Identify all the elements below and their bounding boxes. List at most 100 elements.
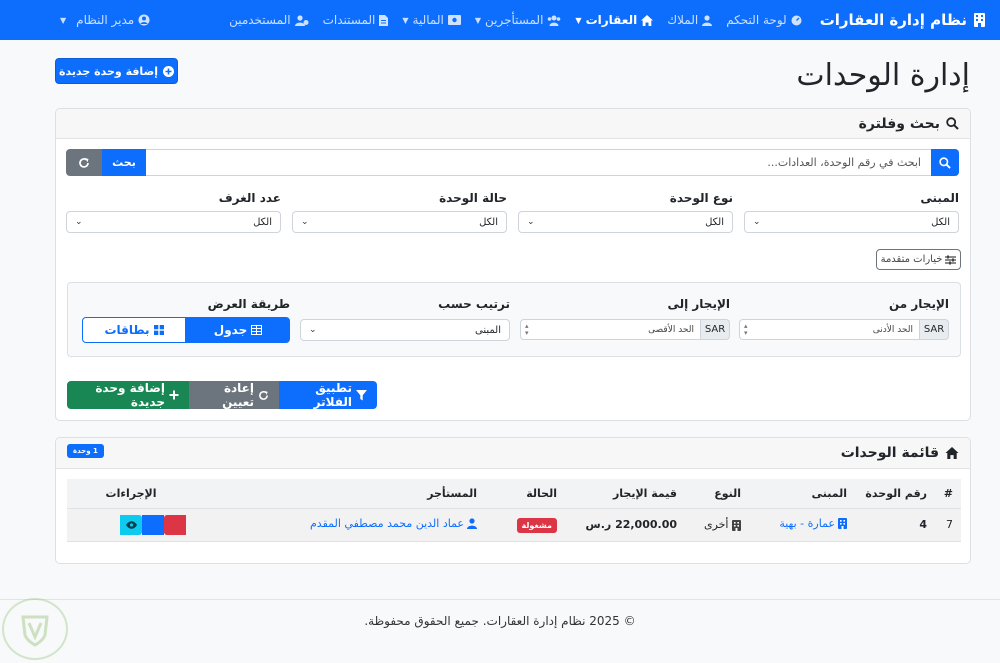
sort-field: ترتيب حسب المبنى ⌄ xyxy=(300,297,510,341)
reset-filters-button[interactable]: إعادة تعيين xyxy=(189,381,279,409)
rent-to-label: الإيجار إلى xyxy=(667,297,730,311)
chevron-down-icon: ▼ xyxy=(474,15,481,25)
chevron-down-icon: ⌄ xyxy=(301,217,309,227)
money-icon xyxy=(447,15,461,25)
user-icon xyxy=(467,518,477,529)
row-type-cell: أخرى xyxy=(685,508,749,542)
brand[interactable]: نظام إدارة العقارات xyxy=(820,11,986,29)
add-unit-green-button[interactable]: إضافة وحدة جديدة xyxy=(67,381,189,409)
unit-status-select[interactable]: الكل ⌄ xyxy=(292,211,507,233)
spinner-icon[interactable]: ▴ ▾ xyxy=(525,322,529,337)
rent-to-field: الإيجار إلى SAR الحد الأقصى ▴ ▾ xyxy=(520,297,730,340)
row-index: 7 xyxy=(935,508,961,542)
nav-item-tenants[interactable]: المستأجرين ▼ xyxy=(475,13,562,27)
table-row[interactable]: 7 4 عمارة - بهية أخرى 22,000.00 ر.س مشغو… xyxy=(67,508,961,542)
nav-item-users[interactable]: المستخدمين xyxy=(229,13,309,27)
units-table: # رقم الوحدة المبنى النوع قيمة الإيجار ا… xyxy=(67,479,961,542)
nav-label-dashboard: لوحة التحكم xyxy=(726,13,787,27)
rent-from-placeholder: الحد الأدنى xyxy=(872,324,913,335)
plus-icon xyxy=(169,390,179,400)
chevron-down-icon: ▼ xyxy=(402,15,409,25)
view-table-button[interactable]: جدول xyxy=(186,317,290,343)
sort-select[interactable]: المبنى ⌄ xyxy=(300,319,510,341)
unit-status-filter: حالة الوحدة الكل ⌄ xyxy=(292,191,507,233)
building-select[interactable]: الكل ⌄ xyxy=(744,211,959,233)
building-icon xyxy=(838,518,847,529)
grid-icon xyxy=(153,325,164,335)
nav-item-documents[interactable]: المستندات xyxy=(323,13,389,27)
user-menu[interactable]: مدير النظام ▼ xyxy=(60,0,150,40)
chevron-down-icon: ⌄ xyxy=(309,325,317,335)
currency-addon: SAR xyxy=(700,319,730,340)
nav-label-owners: الملاك xyxy=(667,13,699,27)
view-table-label: جدول xyxy=(213,323,248,337)
filter-actions: إضافة وحدة جديدة إعادة تعيين تطبيق الفلا… xyxy=(67,381,377,409)
row-actions xyxy=(120,514,187,535)
nav-label-finance: المالية xyxy=(412,13,444,27)
file-icon xyxy=(379,14,389,26)
col-tenant: المستأجر xyxy=(195,479,485,509)
advanced-options-button[interactable]: خيارات متقدمة xyxy=(876,249,961,270)
row-status-cell: مشغولة xyxy=(485,508,565,542)
add-unit-green-label: إضافة وحدة جديدة xyxy=(95,381,165,409)
nav-item-owners[interactable]: الملاك xyxy=(667,13,713,27)
footer-text: © 2025 نظام إدارة العقارات. جميع الحقوق … xyxy=(364,614,636,628)
add-unit-button[interactable]: إضافة وحدة جديدة xyxy=(55,58,178,84)
advanced-options-label: خيارات متقدمة xyxy=(880,254,943,265)
view-button[interactable] xyxy=(120,514,142,535)
col-actions: الإجراءات xyxy=(67,479,195,509)
spinner-icon[interactable]: ▴ ▾ xyxy=(744,322,748,337)
unit-type-select-value: الكل xyxy=(705,216,724,228)
search-button[interactable]: بحث xyxy=(102,149,146,176)
rooms-filter-label: عدد الغرف xyxy=(218,191,281,205)
watermark-logo xyxy=(2,598,68,660)
building-select-value: الكل xyxy=(931,216,950,228)
rent-from-input[interactable]: الحد الأدنى ▴ ▾ xyxy=(739,319,919,340)
add-unit-button-label: إضافة وحدة جديدة xyxy=(59,64,158,78)
filter-card-header: بحث وفلترة xyxy=(56,109,970,139)
tenant-link[interactable]: عماد الدين محمد مصطفي المقدم xyxy=(310,517,477,530)
building-link-label: عمارة - بهية xyxy=(779,517,835,530)
apply-filters-label: تطبيق الفلاتر xyxy=(313,381,352,409)
nav-item-properties[interactable]: العقارات ▼ xyxy=(575,13,654,27)
edit-button[interactable] xyxy=(142,514,164,535)
eye-icon xyxy=(125,520,137,529)
unit-status-filter-label: حالة الوحدة xyxy=(439,191,507,205)
refresh-icon xyxy=(78,157,90,169)
reset-filters-label: إعادة تعيين xyxy=(222,381,254,409)
dashboard-icon xyxy=(791,15,802,26)
search-icon xyxy=(946,117,959,130)
unit-type-select[interactable]: الكل ⌄ xyxy=(518,211,733,233)
refresh-button[interactable] xyxy=(66,149,102,176)
delete-button[interactable] xyxy=(164,514,186,535)
home-icon xyxy=(641,14,654,26)
units-list-card: قائمة الوحدات 1 وحدة # رقم الوحدة المبنى… xyxy=(55,437,971,564)
user-icon xyxy=(702,14,713,26)
building-link[interactable]: عمارة - بهية xyxy=(779,517,847,530)
col-status: الحالة xyxy=(485,479,565,509)
units-count-badge: 1 وحدة xyxy=(67,444,104,458)
units-list-title: قائمة الوحدات xyxy=(840,445,939,461)
search-input[interactable] xyxy=(146,149,931,176)
row-actions-cell xyxy=(67,508,195,542)
chevron-down-icon: ⌄ xyxy=(527,217,535,227)
page-title: إدارة الوحدات xyxy=(796,58,970,93)
sort-label: ترتيب حسب xyxy=(438,297,510,311)
filter-card-title: بحث وفلترة xyxy=(858,115,940,132)
rent-to-input[interactable]: الحد الأقصى ▴ ▾ xyxy=(520,319,700,340)
view-cards-button[interactable]: بطاقات xyxy=(82,317,186,343)
chevron-down-icon: ▼ xyxy=(60,15,67,25)
rent-to-group: SAR الحد الأقصى ▴ ▾ xyxy=(520,319,730,340)
nav-item-dashboard[interactable]: لوحة التحكم xyxy=(726,13,802,27)
col-unit-number: رقم الوحدة xyxy=(855,479,935,509)
search-icon-button[interactable] xyxy=(931,149,959,176)
view-mode-label: طريقة العرض xyxy=(207,297,290,311)
rooms-select[interactable]: الكل ⌄ xyxy=(66,211,281,233)
tenant-name: عماد الدين محمد مصطفي المقدم xyxy=(309,517,464,530)
nav-item-finance[interactable]: المالية ▼ xyxy=(402,13,461,27)
col-index: # xyxy=(935,479,961,509)
apply-filters-button[interactable]: تطبيق الفلاتر xyxy=(279,381,377,409)
chevron-down-icon: ⌄ xyxy=(75,217,83,227)
search-icon xyxy=(939,156,951,169)
building-filter: المبنى الكل ⌄ xyxy=(744,191,959,233)
